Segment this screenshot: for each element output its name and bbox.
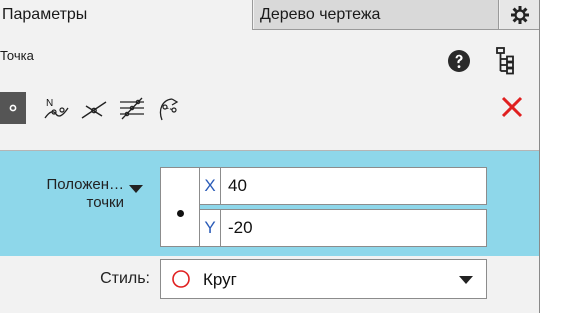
point-tool[interactable] bbox=[0, 92, 26, 124]
point-at-distance-icon[interactable] bbox=[156, 96, 184, 122]
position-label[interactable]: Положен… точки bbox=[16, 176, 124, 212]
y-coordinate-row: Y bbox=[199, 209, 487, 247]
style-label: Стиль: bbox=[100, 270, 150, 287]
x-coordinate-tag: X bbox=[200, 168, 221, 204]
point-on-curve-icon[interactable]: N bbox=[42, 96, 70, 122]
question-circle-icon[interactable] bbox=[447, 49, 471, 73]
chevron-down-icon[interactable] bbox=[459, 276, 473, 284]
point-icon bbox=[9, 104, 17, 112]
x-coordinate-input[interactable] bbox=[222, 168, 484, 204]
point-toolbar: N bbox=[0, 92, 539, 138]
y-coordinate-input[interactable] bbox=[222, 210, 484, 246]
hierarchy-tree-icon[interactable] bbox=[494, 46, 520, 76]
panel-subtitle: Точка bbox=[0, 48, 34, 63]
tab-parameters-label: Параметры bbox=[2, 6, 88, 23]
points-along-curve-icon[interactable] bbox=[118, 96, 146, 122]
point-marker-icon bbox=[176, 209, 184, 217]
style-select[interactable]: Круг bbox=[160, 259, 487, 299]
settings-button[interactable] bbox=[500, 0, 539, 29]
tab-drawing-tree-label: Дерево чертежа bbox=[260, 6, 381, 23]
close-icon[interactable] bbox=[499, 94, 525, 120]
chevron-down-icon[interactable] bbox=[128, 184, 144, 194]
intersection-icon[interactable] bbox=[80, 96, 108, 122]
point-snap-box[interactable] bbox=[160, 167, 200, 247]
tab-parameters[interactable]: Параметры bbox=[0, 0, 253, 30]
svg-text:N: N bbox=[46, 98, 53, 109]
style-value: Круг bbox=[203, 270, 237, 289]
parameters-panel: Параметры Дерево чертежа Точка N Положен… bbox=[0, 0, 540, 313]
tab-drawing-tree[interactable]: Дерево чертежа bbox=[254, 0, 499, 29]
y-coordinate-tag: Y bbox=[200, 210, 221, 246]
gear-icon bbox=[511, 5, 529, 24]
x-coordinate-row: X bbox=[199, 167, 487, 205]
panel-tabs: Параметры Дерево чертежа bbox=[0, 0, 539, 30]
circle-style-icon bbox=[172, 270, 190, 288]
